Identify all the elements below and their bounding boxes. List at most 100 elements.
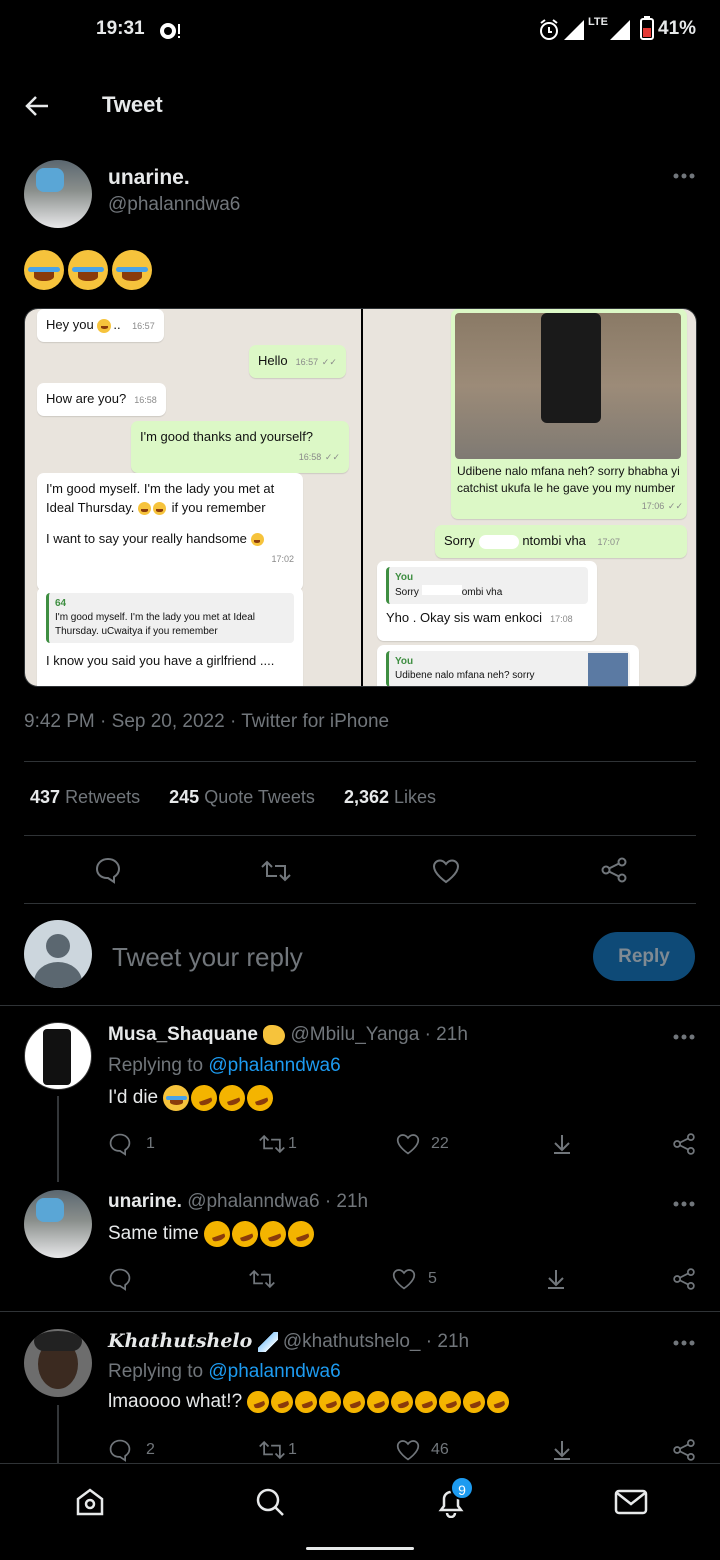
messenger-icon (158, 20, 182, 42)
thread-line (57, 1096, 59, 1182)
chat-message: How are you? 16:58 (37, 383, 166, 416)
comment-count: 1 (146, 1135, 155, 1152)
retweet-icon[interactable] (260, 858, 292, 884)
more-options-icon[interactable] (672, 172, 696, 180)
home-gesture-bar (306, 1547, 414, 1550)
reply-avatar[interactable] (24, 1329, 92, 1397)
tweet-media[interactable]: Hey you .. 16:57 Hello 16:57 ✓✓ How are y… (24, 308, 697, 687)
alarm-icon (538, 18, 560, 42)
retweets-stat[interactable]: 437 Retweets (30, 787, 140, 807)
share-icon[interactable] (672, 1267, 696, 1291)
signal-icon-2 (610, 20, 632, 40)
more-options-icon[interactable] (672, 1339, 696, 1347)
download-icon[interactable] (544, 1267, 568, 1291)
rofl-emoji (316, 1387, 345, 1417)
pleading-face-emoji (97, 318, 112, 333)
retweet-count: 1 (288, 1441, 297, 1458)
chat-message-quoted: 64 I'm good myself. I'm the lady you met… (37, 587, 303, 686)
dizzy-emoji (263, 1024, 286, 1045)
share-icon[interactable] (672, 1438, 696, 1462)
chat-message: I'm good myself. I'm the lady you met at… (37, 473, 303, 591)
author-avatar[interactable] (24, 160, 92, 228)
more-options-icon[interactable] (672, 1033, 696, 1041)
chat-screenshot-left[interactable]: Hey you .. 16:57 Hello 16:57 ✓✓ How are y… (25, 309, 361, 686)
chat-message-quoted: You Udibene nalo mfana neh? sorry (377, 645, 639, 686)
reply-actions: 1 1 22 (108, 1130, 698, 1160)
share-icon[interactable] (600, 856, 628, 884)
divider (24, 835, 696, 836)
search-icon[interactable] (254, 1486, 286, 1518)
battery-icon (640, 16, 654, 40)
reply-text: Same time (108, 1217, 318, 1251)
rofl-emoji (187, 1081, 222, 1115)
rofl-emoji (243, 1081, 278, 1115)
comment-icon[interactable] (94, 856, 122, 884)
rofl-emoji (268, 1387, 297, 1417)
like-icon[interactable] (432, 858, 460, 884)
thread-line (57, 1405, 59, 1463)
status-bar: 19:31 LTE 41% (0, 0, 720, 60)
chat-message: Sorry ntombi vha 17:07 (435, 525, 687, 558)
like-count: 5 (428, 1270, 437, 1287)
reply-avatar[interactable] (24, 1190, 92, 1258)
home-icon[interactable] (74, 1486, 106, 1518)
replying-to: Replying to @phalanndwa6 (108, 1055, 341, 1076)
reply-author-name[interactable]: unarine. (108, 1191, 182, 1212)
reply-text: I'd die (108, 1081, 278, 1115)
author-handle[interactable]: @phalanndwa6 (108, 194, 240, 216)
author-name[interactable]: unarine. (108, 166, 190, 190)
retweet-icon[interactable] (258, 1132, 286, 1156)
replying-to-link[interactable]: @phalanndwa6 (208, 1361, 340, 1382)
chat-message: Hey you .. 16:57 (37, 309, 164, 342)
chat-message: Hello 16:57 ✓✓ (249, 345, 346, 378)
rofl-emoji (284, 1217, 318, 1251)
share-icon[interactable] (672, 1132, 696, 1156)
reply-author-name[interactable]: Musa_Shaquane (108, 1024, 258, 1045)
rofl-emoji (436, 1387, 465, 1417)
reply-input[interactable]: Tweet your reply (112, 942, 303, 973)
messages-mail-icon[interactable] (614, 1488, 648, 1516)
tweet-timestamp: 9:42 PM · Sep 20, 2022 · Twitter for iPh… (24, 711, 390, 732)
reply-button[interactable]: Reply (593, 932, 695, 981)
download-icon[interactable] (550, 1132, 574, 1156)
rofl-emoji (215, 1081, 250, 1115)
retweet-icon[interactable] (248, 1267, 276, 1291)
tweet-text-emoji (24, 250, 156, 290)
reply-author-name[interactable]: Khathutshelo (108, 1330, 252, 1352)
replying-to-link[interactable]: @phalanndwa6 (208, 1055, 340, 1076)
like-count: 46 (431, 1441, 449, 1458)
crying-face-emoji (24, 250, 64, 290)
chat-image-message: Udibene nalo mfana neh? sorry bhabha yi … (451, 309, 687, 519)
reply-author-handle[interactable]: @Mbilu_Yanga (291, 1024, 420, 1045)
chat-screenshot-right[interactable]: Udibene nalo mfana neh? sorry bhabha yi … (363, 309, 696, 686)
reply-author-handle[interactable]: @khathutshelo_ (283, 1331, 421, 1352)
reply-actions: 2 1 46 (108, 1436, 698, 1466)
rofl-emoji (340, 1387, 369, 1417)
reply-time: · 21h (424, 1024, 468, 1045)
back-arrow-icon[interactable] (24, 94, 50, 118)
signal-icon (564, 20, 586, 40)
comment-icon[interactable] (108, 1438, 132, 1462)
retweet-icon[interactable] (258, 1438, 286, 1462)
reply-author-handle[interactable]: @phalanndwa6 (187, 1191, 319, 1212)
download-icon[interactable] (550, 1438, 574, 1462)
bottom-nav: 9 (0, 1463, 720, 1560)
reply-header: Khathutshelo @khathutshelo_ · 21h (108, 1330, 469, 1353)
rofl-emoji (388, 1387, 417, 1417)
reply-avatar[interactable] (24, 1022, 92, 1090)
more-options-icon[interactable] (672, 1200, 696, 1208)
quote-tweets-stat[interactable]: 245 Quote Tweets (169, 787, 315, 807)
like-icon[interactable] (396, 1438, 420, 1462)
rofl-emoji (228, 1217, 262, 1251)
like-icon[interactable] (392, 1267, 416, 1291)
like-icon[interactable] (396, 1132, 420, 1156)
comment-icon[interactable] (108, 1267, 132, 1291)
comment-icon[interactable] (108, 1132, 132, 1156)
network-type: LTE (588, 16, 608, 28)
crying-face-emoji (163, 1085, 190, 1111)
likes-stat[interactable]: 2,362 Likes (344, 787, 436, 807)
heart-eyes-emoji (250, 533, 264, 547)
pleading-face-emoji (138, 502, 152, 516)
reply-actions: 5 (108, 1265, 698, 1295)
status-time: 19:31 (96, 18, 145, 39)
